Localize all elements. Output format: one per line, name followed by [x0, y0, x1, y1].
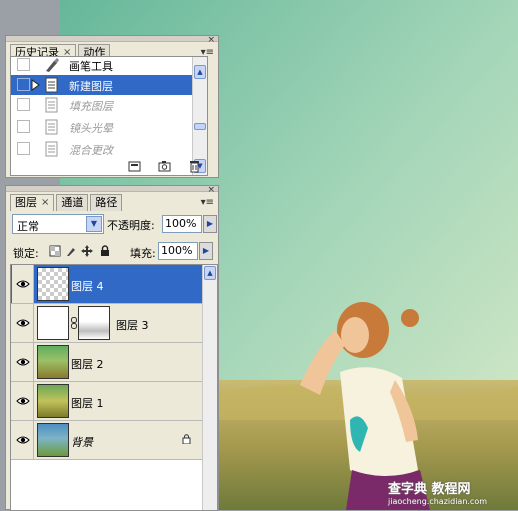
layers-panel-tabs: 图层 × 通道 路径 [10, 194, 124, 211]
history-item-label: 画笔工具 [69, 60, 113, 73]
brush-icon [44, 57, 60, 73]
layer-thumbnail [37, 345, 69, 379]
tab-channels[interactable]: 通道 [56, 194, 89, 211]
eye-icon[interactable] [12, 343, 34, 381]
history-panel-titlebar[interactable] [6, 36, 218, 42]
tab-layers[interactable]: 图层 × [10, 194, 55, 211]
history-item[interactable]: 画笔工具 [11, 57, 207, 75]
document-icon [44, 77, 60, 93]
opacity-input[interactable]: 100% [162, 215, 202, 233]
layer-name: 图层 3 [116, 319, 149, 332]
scroll-up-icon[interactable]: ▲ [204, 266, 216, 280]
mask-link-icon[interactable] [71, 317, 77, 329]
history-source-checkbox[interactable] [17, 58, 30, 71]
fill-input[interactable]: 100% [158, 242, 198, 260]
layers-panel-close-icon[interactable]: × [207, 186, 215, 195]
eye-icon[interactable] [12, 304, 34, 342]
layer-name: 背景 [71, 436, 93, 449]
layer-name: 图层 2 [71, 358, 104, 371]
tab-channels-label: 通道 [61, 196, 84, 209]
document-icon [44, 97, 60, 113]
layers-scrollbar[interactable]: ▲ [202, 265, 217, 510]
layer-thumbnail-transparent [37, 267, 69, 301]
tab-paths[interactable]: 路径 [90, 194, 123, 211]
watermark-url: jiaocheng.chazidian.com [388, 497, 488, 506]
history-item[interactable]: 镜头光晕 [11, 117, 207, 137]
fill-slider-arrow-icon[interactable]: ▶ [199, 242, 213, 260]
layer-row[interactable]: 图层 1 [11, 382, 204, 421]
trash-icon[interactable] [188, 160, 201, 173]
layers-panel: × 图层 × 通道 路径 ▾≡ 正常 ▼ 不透明度: 100% ▶ 锁定: 填充… [5, 185, 219, 511]
eye-icon[interactable] [12, 265, 34, 303]
lock-transparent-pixels-icon[interactable] [49, 245, 61, 257]
layer-mask-thumbnail[interactable] [78, 306, 110, 340]
lock-position-icon[interactable] [81, 245, 93, 257]
chevron-down-icon[interactable]: ▼ [86, 216, 102, 232]
tab-paths-label: 路径 [95, 196, 118, 209]
eye-icon[interactable] [12, 421, 34, 459]
history-panel: × 历史记录 × 动作 ▾≡ 画笔工具 新建图层 填充图层 镜头光晕 混合更改 … [5, 35, 219, 178]
history-state-marker-icon [31, 79, 41, 91]
layer-name: 图层 1 [71, 397, 104, 410]
history-item-label: 混合更改 [69, 144, 113, 157]
history-item-label: 镜头光晕 [69, 122, 113, 135]
eye-icon[interactable] [12, 382, 34, 420]
layer-row[interactable]: 图层 2 [11, 343, 204, 382]
history-source-checkbox[interactable] [17, 142, 30, 155]
opacity-label: 不透明度: [107, 219, 155, 232]
history-item-selected[interactable]: 新建图层 [11, 75, 207, 95]
history-item-label: 填充图层 [69, 100, 113, 113]
history-source-checkbox[interactable] [17, 98, 30, 111]
layers-panel-titlebar[interactable] [6, 186, 218, 192]
layer-lock-icon [182, 434, 191, 445]
history-item-label: 新建图层 [69, 80, 113, 93]
lock-label: 锁定: [13, 247, 39, 260]
lock-all-icon[interactable] [99, 245, 111, 257]
layer-thumbnail [37, 306, 69, 340]
blend-opacity-row: 正常 ▼ 不透明度: 100% ▶ [10, 212, 218, 234]
scroll-thumb[interactable] [194, 123, 206, 130]
history-source-checkbox[interactable] [17, 78, 30, 91]
history-footer [10, 158, 218, 176]
new-document-from-state-icon[interactable] [128, 160, 141, 173]
blend-mode-value: 正常 [17, 220, 39, 233]
layer-thumbnail [37, 384, 69, 418]
layer-row[interactable]: 图层 4 [11, 265, 204, 304]
layers-list: 图层 4 图层 3 图层 2 图层 1 背景 ▲ [10, 264, 218, 511]
document-icon [44, 119, 60, 135]
layer-row[interactable]: 图层 3 [11, 304, 204, 343]
lock-image-pixels-icon[interactable] [65, 245, 77, 257]
opacity-slider-arrow-icon[interactable]: ▶ [203, 215, 217, 233]
layer-row-background[interactable]: 背景 [11, 421, 204, 460]
history-source-checkbox[interactable] [17, 120, 30, 133]
layer-thumbnail [37, 423, 69, 457]
new-snapshot-icon[interactable] [158, 160, 171, 173]
tab-layers-close-icon[interactable]: × [41, 195, 49, 211]
scroll-up-icon[interactable]: ▲ [194, 65, 206, 79]
blend-mode-select[interactable]: 正常 ▼ [12, 214, 104, 234]
document-icon [44, 141, 60, 157]
layers-panel-menu-icon[interactable]: ▾≡ [201, 197, 214, 208]
watermark: 查字典 教程网 jiaocheng.chazidian.com [388, 478, 514, 508]
history-item[interactable]: 填充图层 [11, 95, 207, 115]
watermark-logo-text: 查字典 教程网 [388, 482, 471, 497]
tab-layers-label: 图层 [15, 196, 37, 209]
fill-label: 填充: [130, 247, 156, 260]
history-panel-close-icon[interactable]: × [207, 36, 215, 45]
layer-name: 图层 4 [71, 280, 104, 293]
history-item[interactable]: 混合更改 [11, 139, 207, 159]
